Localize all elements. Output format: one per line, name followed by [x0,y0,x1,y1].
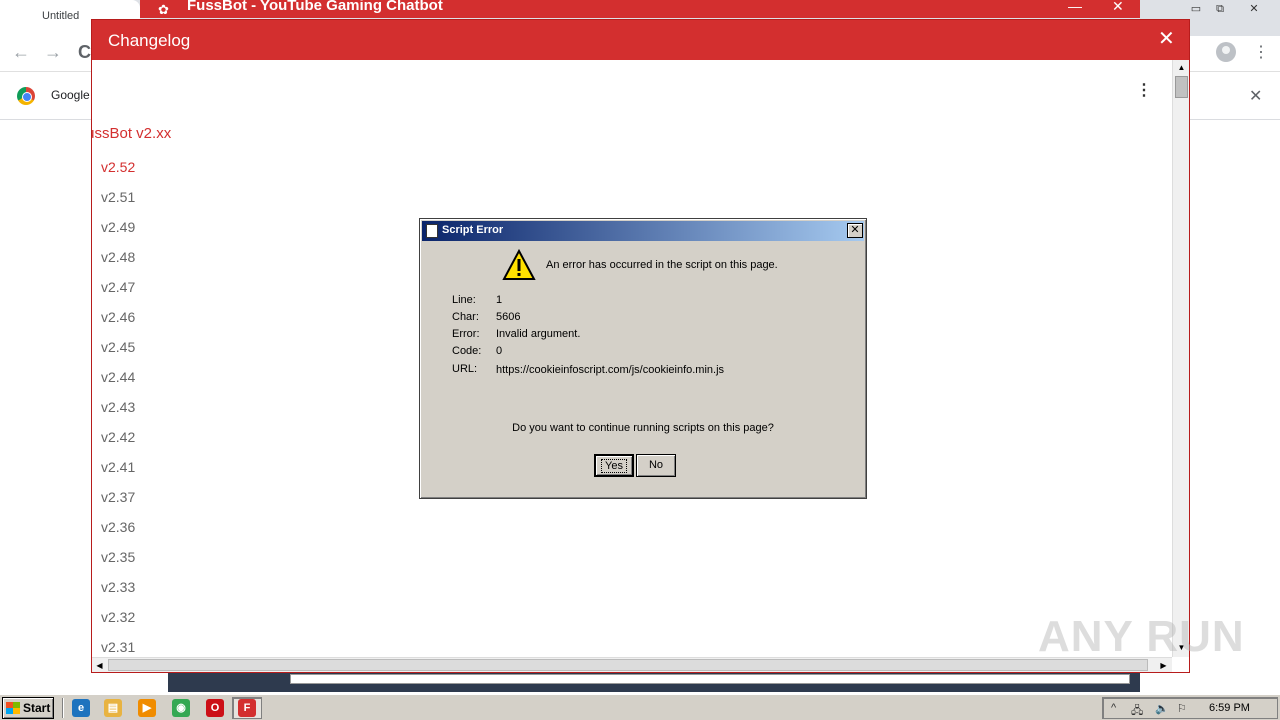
app-footer-input[interactable] [290,674,1130,684]
changelog-menu-icon[interactable]: ⋮ [1136,80,1152,100]
script-error-title: Script Error [442,224,504,236]
watermark: ANY RUN [1038,612,1245,661]
app-window-titlebar: ✿ FussBot - YouTube Gaming Chatbot — ✕ [140,0,1140,18]
error-label: Error: [452,328,480,340]
taskbar: Start e ▤ ▶ ◉ O F ^ 🖧 🔈 ⚐ 6:59 PM [0,694,1280,720]
chrome-icon[interactable]: ◉ [172,699,190,717]
ie-icon[interactable]: e [72,699,90,717]
app-logo-icon: ✿ [158,2,169,17]
clock[interactable]: 6:59 PM [1209,702,1250,714]
version-item[interactable]: v2.42 [101,427,135,457]
code-label: Code: [452,345,482,357]
back-icon[interactable]: ← [12,42,30,63]
document-icon [426,224,438,238]
char-value: 5606 [496,311,521,323]
version-item[interactable]: v2.32 [101,607,135,637]
version-item[interactable]: v2.47 [101,277,135,307]
window-restore-button[interactable]: ⧉ [1206,0,1234,18]
explorer-icon[interactable]: ▤ [104,699,122,717]
script-error-close-button[interactable]: ✕ [847,223,863,238]
flag-icon[interactable]: ⚐ [1177,702,1187,715]
line-label: Line: [452,294,476,306]
opera-icon[interactable]: O [206,699,224,717]
version-item[interactable]: v2.48 [101,247,135,277]
browser-tab-title: Untitled [42,10,80,22]
network-icon[interactable]: 🖧 [1131,702,1143,720]
changelog-heading: FussBot v2.xx [92,125,172,142]
script-error-titlebar: Script Error ✕ [422,221,864,241]
line-value: 1 [496,294,503,306]
infobar-close-icon[interactable]: ✕ [1249,86,1262,106]
volume-icon[interactable]: 🔈 [1155,702,1169,715]
start-button[interactable]: Start [2,697,54,719]
code-value: 0 [496,345,503,357]
app-minimize-button[interactable]: — [1068,0,1082,14]
version-item[interactable]: v2.41 [101,457,135,487]
url-value: https://cookieinfoscript.com/js/cookiein… [496,364,725,376]
warning-icon [502,249,536,280]
continue-question: Do you want to continue running scripts … [512,422,774,434]
media-player-icon[interactable]: ▶ [138,699,156,717]
version-item[interactable]: v2.35 [101,547,135,577]
char-label: Char: [452,311,479,323]
start-label: Start [23,701,51,715]
error-value: Invalid argument. [496,328,581,340]
script-error-dialog: Script Error ✕ An error has occurred in … [419,218,867,499]
chrome-logo-icon [17,87,35,105]
version-item[interactable]: v2.46 [101,307,135,337]
window-close-button[interactable]: ✕ [1240,0,1268,18]
url-label: URL: [452,363,478,375]
profile-avatar[interactable] [1216,42,1236,62]
version-item[interactable]: v2.49 [101,217,135,247]
changelog-close-icon[interactable]: ✕ [1158,28,1175,50]
forward-icon[interactable]: → [44,42,62,63]
changelog-header: Changelog ✕ [92,20,1189,60]
version-item[interactable]: v2.36 [101,517,135,547]
app-close-button[interactable]: ✕ [1112,0,1124,15]
version-item[interactable]: v2.45 [101,337,135,367]
app-window-title: FussBot - YouTube Gaming Chatbot [187,0,443,14]
changelog-title: Changelog [108,31,191,50]
reload-icon[interactable]: C [78,42,91,63]
version-item[interactable]: v2.33 [101,577,135,607]
script-error-message: An error has occurred in the script on t… [546,259,778,271]
tray-expand-icon[interactable]: ^ [1111,702,1116,714]
version-list: v2.52 v2.51 v2.49 v2.48 v2.47 v2.46 v2.45 v2.44… [101,157,135,667]
infobar-text: Google [51,88,90,102]
windows-logo-icon [6,702,20,714]
horizontal-scrollbar[interactable]: ◀ ▶ [92,657,1172,672]
no-button[interactable]: No [636,454,676,477]
fussbot-icon[interactable]: F [238,699,256,717]
taskbar-separator [62,698,64,718]
system-tray: ^ 🖧 🔈 ⚐ 6:59 PM [1102,697,1278,719]
version-item[interactable]: v2.52 [101,157,135,187]
vertical-scroll-thumb[interactable] [1175,76,1188,98]
horizontal-scroll-thumb[interactable] [108,659,1148,671]
version-item[interactable]: v2.43 [101,397,135,427]
version-item[interactable]: v2.44 [101,367,135,397]
browser-menu-icon[interactable]: ⋮ [1253,42,1269,62]
yes-button[interactable]: Yes [594,454,634,477]
yes-button-label: Yes [601,459,627,473]
scroll-left-icon[interactable]: ◀ [92,658,107,672]
version-item[interactable]: v2.51 [101,187,135,217]
version-item[interactable]: v2.37 [101,487,135,517]
vertical-scrollbar[interactable]: ▲ ▼ [1172,60,1189,657]
scroll-up-icon[interactable]: ▲ [1174,60,1189,75]
